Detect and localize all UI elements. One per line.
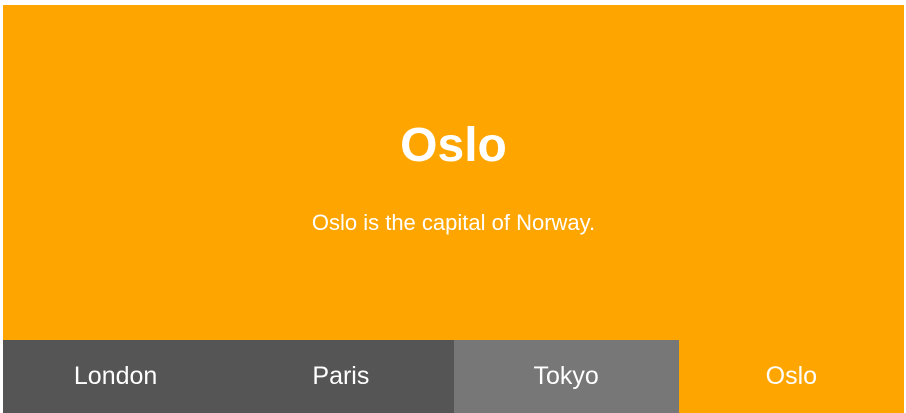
tab-tokyo[interactable]: Tokyo bbox=[453, 340, 679, 413]
tab-bar: London Paris Tokyo Oslo bbox=[3, 340, 904, 413]
panel-text: Oslo is the capital of Norway. bbox=[311, 210, 596, 235]
tab-label: Tokyo bbox=[533, 362, 599, 390]
tab-label: London bbox=[73, 362, 158, 390]
tab-oslo[interactable]: Oslo bbox=[678, 340, 904, 413]
tab-label: Oslo bbox=[765, 362, 818, 390]
tab-paris[interactable]: Paris bbox=[228, 340, 454, 413]
tab-panel-oslo: Oslo Oslo is the capital of Norway. bbox=[3, 5, 904, 340]
panel-title: Oslo bbox=[400, 119, 507, 172]
tab-label: Paris bbox=[312, 362, 370, 390]
tabbed-content: Oslo Oslo is the capital of Norway. Lond… bbox=[3, 5, 904, 413]
tab-london[interactable]: London bbox=[3, 340, 229, 413]
